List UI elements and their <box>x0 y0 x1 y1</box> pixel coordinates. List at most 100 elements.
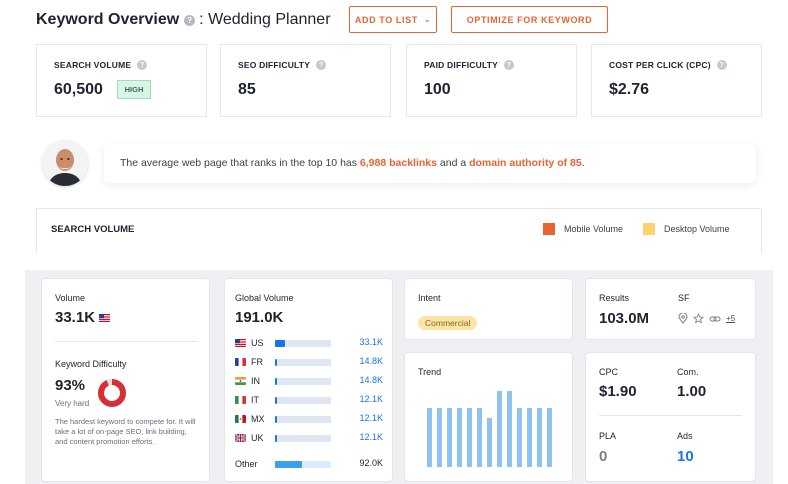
country-row-other[interactable]: Other 92.0K <box>235 458 383 470</box>
country-row-us[interactable]: US 33.1K <box>235 337 383 349</box>
metric-value: 85 <box>238 81 256 98</box>
legend-desktop[interactable]: Desktop Volume <box>643 223 730 235</box>
intent-label: Intent <box>418 293 441 303</box>
cpc-label: CPC <box>599 367 619 377</box>
it-flag-icon <box>235 396 246 404</box>
global-volume-card: Global Volume 191.0K US 33.1K FR 14.8K I… <box>224 278 393 482</box>
serp-features: +5 <box>678 313 735 324</box>
trend-bar <box>437 408 442 467</box>
mx-flag-icon <box>235 415 246 423</box>
banner-text: The average web page that ranks in the t… <box>120 157 585 169</box>
help-icon[interactable]: ? <box>316 60 327 70</box>
add-to-list-button[interactable]: ADD TO LIST ⌄ <box>349 6 437 33</box>
trend-bar <box>527 408 532 467</box>
trend-bar <box>427 408 432 467</box>
trend-card: Trend <box>404 352 573 482</box>
divider <box>599 415 742 416</box>
difficulty-ring-icon <box>98 379 126 407</box>
search-volume-section: SEARCH VOLUME Mobile Volume Desktop Volu… <box>36 208 762 254</box>
intent-card: Intent Commercial <box>404 278 573 340</box>
trend-bar <box>547 408 552 467</box>
divider <box>55 341 198 342</box>
fr-flag-icon <box>235 358 246 366</box>
metric-value: 60,500 <box>54 81 103 98</box>
chevron-down-icon: ⌄ <box>423 15 432 24</box>
metric-label: SEARCH VOLUME <box>54 60 132 70</box>
optimize-label: OPTIMIZE FOR KEYWORD <box>466 14 593 25</box>
metric-card-seo-difficulty: SEO DIFFICULTY? 85 <box>220 44 391 117</box>
in-flag-icon <box>235 377 246 385</box>
page-title: Keyword Overview <box>36 11 180 28</box>
metric-label: COST PER CLICK (CPC) <box>609 60 711 70</box>
results-card: Results 103.0M SF +5 <box>585 278 756 340</box>
metric-value: 100 <box>424 81 451 98</box>
country-bar <box>275 461 302 468</box>
trend-label: Trend <box>418 367 442 377</box>
avatar <box>42 140 88 186</box>
com-value: 1.00 <box>677 383 707 400</box>
mobile-swatch-icon <box>543 223 555 235</box>
global-volume-label: Global Volume <box>235 293 294 303</box>
desktop-swatch-icon <box>643 223 655 235</box>
ads-value: 10 <box>677 448 694 465</box>
help-icon[interactable]: ? <box>184 14 196 26</box>
uk-flag-icon <box>235 434 246 442</box>
kd-label: Keyword Difficulty <box>55 359 127 369</box>
trend-bar <box>517 408 522 467</box>
cpc-card: CPC $1.90 Com. 1.00 PLA 0 Ads 10 <box>585 352 756 482</box>
help-icon[interactable]: ? <box>137 60 148 70</box>
metric-label: PAID DIFFICULTY <box>424 60 498 70</box>
pla-label: PLA <box>599 431 617 441</box>
trend-bar <box>497 391 502 467</box>
us-flag-icon <box>99 313 111 322</box>
add-to-list-label: ADD TO LIST <box>354 14 418 25</box>
country-row-in[interactable]: IN 14.8K <box>235 375 383 387</box>
backlinks-highlight: 6,988 backlinks <box>359 157 437 169</box>
location-pin-icon[interactable] <box>678 313 688 324</box>
backlinks-banner: The average web page that ranks in the t… <box>104 143 756 183</box>
country-row-uk[interactable]: UK 12.1K <box>235 432 383 444</box>
trend-bar <box>457 408 462 467</box>
country-row-mx[interactable]: MX 12.1K <box>235 413 383 425</box>
link-icon[interactable] <box>709 314 721 324</box>
optimize-for-keyword-button[interactable]: OPTIMIZE FOR KEYWORD <box>451 6 608 33</box>
volume-label: Volume <box>55 293 86 303</box>
results-label: Results <box>599 293 630 303</box>
country-bar <box>275 340 285 347</box>
metric-card-cpc: COST PER CLICK (CPC)? $2.76 <box>591 44 762 117</box>
section-title: SEARCH VOLUME <box>51 224 135 235</box>
trend-bar <box>507 391 512 467</box>
metric-value: $2.76 <box>609 81 650 98</box>
trend-bar <box>467 408 472 467</box>
volume-card: Volume 33.1K Keyword Difficulty 93% Very… <box>41 278 210 482</box>
country-bar <box>275 416 277 423</box>
trend-chart <box>425 391 555 467</box>
com-label: Com. <box>677 367 699 377</box>
country-bar <box>275 435 277 442</box>
country-row-it[interactable]: IT 12.1K <box>235 394 383 406</box>
trend-bar <box>447 408 452 467</box>
kd-value: 93% <box>55 377 86 394</box>
intent-badge: Commercial <box>418 316 478 330</box>
results-value: 103.0M <box>599 310 650 327</box>
trend-bar <box>537 408 542 467</box>
keyword-details-panel: Volume 33.1K Keyword Difficulty 93% Very… <box>25 270 773 484</box>
domain-authority-highlight: domain authority of 85 <box>469 157 582 169</box>
country-bar <box>275 397 277 404</box>
country-row-fr[interactable]: FR 14.8K <box>235 356 383 368</box>
status-badge: HIGH <box>117 80 151 99</box>
us-flag-icon <box>235 339 246 347</box>
ads-label: Ads <box>677 431 693 441</box>
serp-more-link[interactable]: +5 <box>726 314 735 323</box>
help-icon[interactable]: ? <box>716 60 727 70</box>
keyword-text: : Wedding Planner <box>199 11 331 28</box>
kd-level: Very hard <box>55 399 90 408</box>
global-volume-value: 191.0K <box>235 309 284 326</box>
country-bar <box>275 359 278 366</box>
metric-card-search-volume: SEARCH VOLUME? 60,500 HIGH <box>36 44 207 117</box>
sf-label: SF <box>678 293 690 303</box>
help-icon[interactable]: ? <box>503 60 514 70</box>
star-icon[interactable] <box>693 313 704 324</box>
volume-value: 33.1K <box>55 309 96 326</box>
legend-mobile[interactable]: Mobile Volume <box>543 223 623 235</box>
